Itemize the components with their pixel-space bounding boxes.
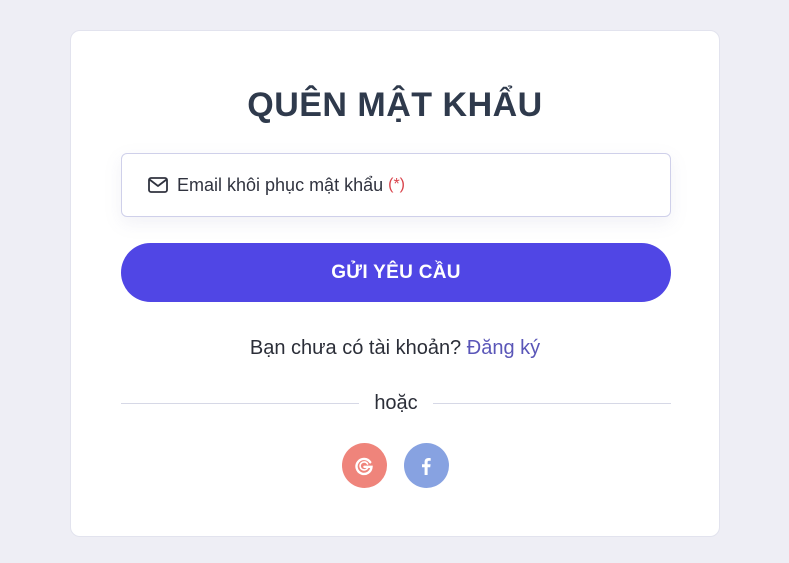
submit-request-button[interactable]: GỬI YÊU CẦU <box>121 243 671 302</box>
required-marker: (*) <box>388 176 405 193</box>
forgot-password-card: QUÊN MẬT KHẨU Email khôi phục mật khẩu (… <box>70 30 720 537</box>
signup-link[interactable]: Đăng ký <box>467 337 540 359</box>
email-field-label: Email khôi phục mật khẩu <box>177 174 384 195</box>
divider-text: hoặc <box>374 391 418 414</box>
google-icon <box>354 456 374 476</box>
mail-icon <box>148 177 168 193</box>
divider-line-right <box>432 402 671 404</box>
google-login-button[interactable] <box>341 443 387 488</box>
facebook-icon <box>420 457 432 475</box>
email-field[interactable]: Email khôi phục mật khẩu (*) <box>121 153 671 217</box>
social-login-buttons <box>71 443 719 488</box>
or-divider: hoặc <box>121 389 671 417</box>
page-title: QUÊN MẬT KHẨU <box>247 86 543 124</box>
signup-row: Bạn chưa có tài khoản? Đăng ký <box>71 334 719 362</box>
signup-prompt: Bạn chưa có tài khoản? <box>249 337 462 359</box>
divider-line-left <box>121 402 360 404</box>
facebook-login-button[interactable] <box>403 443 449 488</box>
